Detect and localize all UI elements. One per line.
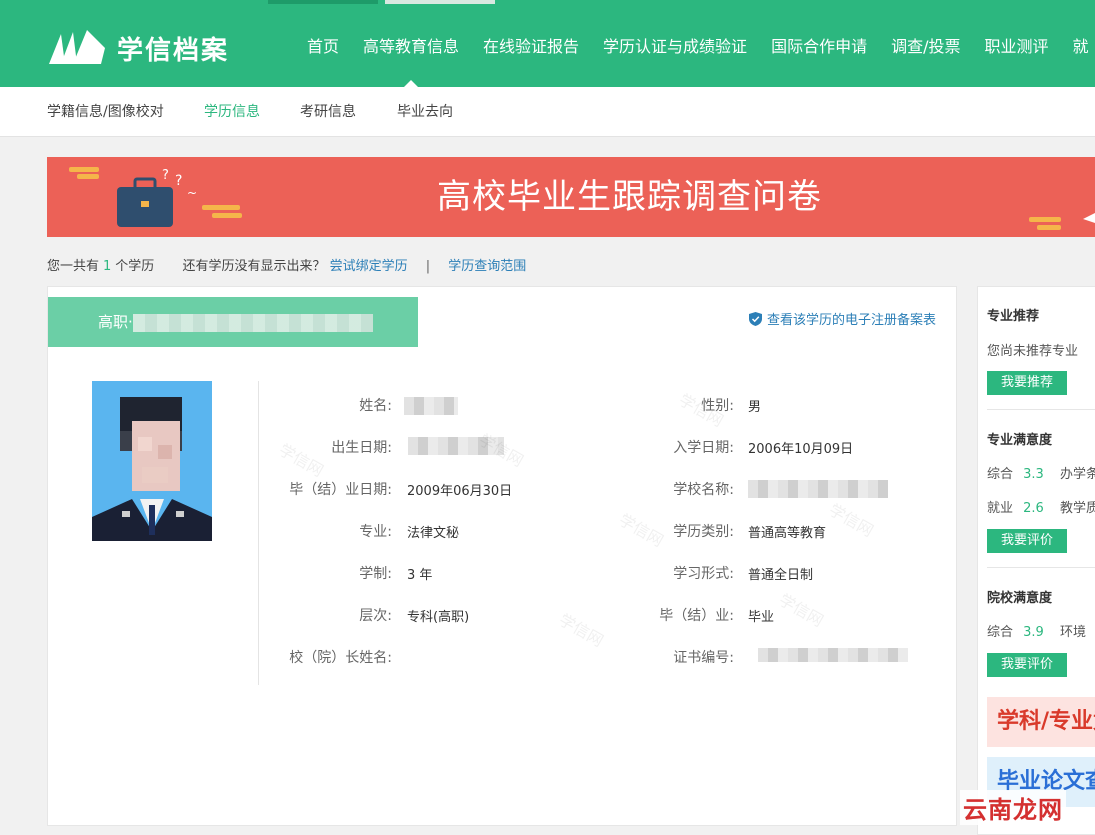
major-value: 法律文秘: [407, 526, 460, 541]
overall-label: 综合: [987, 467, 1014, 482]
graduation-date-label: 毕（结）业日期:: [289, 482, 392, 498]
summary-separator: |: [425, 259, 431, 274]
name-label: 姓名:: [359, 398, 392, 414]
study-form-value: 普通全日制: [748, 568, 814, 583]
watermark: 学信网: [475, 430, 527, 471]
site-logo[interactable]: 学信档案: [47, 28, 229, 68]
major-satisfaction-row: 就业 2.6 教学质: [987, 497, 1095, 516]
query-scope-link[interactable]: 学历查询范围: [448, 259, 526, 274]
study-form-label: 学习形式:: [673, 566, 734, 582]
tab-enrollment-info[interactable]: 学籍信息/图像校对: [47, 87, 164, 137]
certificate-number-redacted: [758, 648, 908, 662]
logo-book-icon: [49, 30, 105, 64]
major-recommend-text: 您尚未推荐专业: [987, 344, 1079, 359]
degree-category-value: 普通高等教育: [748, 526, 827, 541]
logo-text: 学信档案: [117, 35, 230, 66]
degree-record-card: 高职· 查看该学历的电子注册备案表 姓名: 出生日期: 毕（结）业日期: 200…: [47, 286, 957, 826]
teaching-label: 教学质: [1059, 501, 1095, 516]
watermark: 学信网: [825, 500, 877, 541]
school-satisfaction-row: 综合 3.9 环境: [987, 621, 1086, 640]
sub-nav-bar: 学籍信息/图像校对 学历信息 考研信息 毕业去向: [0, 87, 1095, 137]
duration-value: 3 年: [407, 568, 433, 583]
degree-category-label: 学历类别:: [673, 524, 734, 540]
sidebar-divider: [987, 409, 1095, 410]
major-satisfaction-row: 综合 3.3 办学条: [987, 463, 1095, 482]
rate-school-button[interactable]: 我要评价: [987, 653, 1067, 677]
svg-text:?: ?: [175, 173, 182, 189]
overall-score: 3.9: [1023, 625, 1044, 640]
graduation-status-label: 毕（结）业:: [659, 608, 734, 624]
watermark: 学信网: [615, 510, 667, 551]
register-form-link[interactable]: 查看该学历的电子注册备案表: [748, 309, 936, 328]
record-heading: 高职·: [48, 297, 418, 347]
gender-value: 男: [748, 400, 762, 415]
survey-banner[interactable]: ? ? ~ 高校毕业生跟踪调查问卷: [47, 157, 1095, 237]
enroll-date-value: 2006年10月09日: [748, 442, 854, 457]
rate-major-button[interactable]: 我要评价: [987, 529, 1067, 553]
right-sidebar: 专业推荐 您尚未推荐专业 我要推荐 专业满意度 综合 3.3 办学条 就业 2.…: [977, 286, 1095, 835]
svg-text:?: ?: [162, 168, 169, 183]
nav-employment[interactable]: 就: [1061, 0, 1095, 87]
major-recommend-title: 专业推荐: [987, 309, 1040, 324]
summary-question: 还有学历没有显示出来？: [182, 259, 326, 274]
watermark: 学信网: [675, 390, 727, 431]
discipline-competition-ad[interactable]: 学科/专业竞: [987, 697, 1095, 747]
divider-line: [258, 381, 259, 685]
recommend-button[interactable]: 我要推荐: [987, 371, 1067, 395]
tab-destination[interactable]: 毕业去向: [397, 87, 453, 137]
banner-title: 高校毕业生跟踪调查问卷: [437, 177, 822, 217]
shield-check-icon: [748, 311, 762, 326]
top-nav-bar: 学信档案 首页 高等教育信息 在线验证报告 学历认证与成绩验证 国际合作申请 调…: [0, 0, 1095, 87]
nav-certification[interactable]: 学历认证与成绩验证: [591, 0, 759, 87]
student-photo-image: [92, 381, 212, 541]
level-value: 专科(高职): [407, 610, 470, 625]
watermark: 学信网: [275, 440, 327, 481]
summary-prefix: 您一共有: [47, 259, 100, 274]
employment-label: 就业: [987, 501, 1014, 516]
environment-label: 环境: [1059, 625, 1086, 640]
certificate-number-label: 证书编号:: [673, 650, 734, 666]
school-satisfaction-title: 院校满意度: [987, 591, 1053, 606]
major-satisfaction-title: 专业满意度: [987, 433, 1053, 448]
nav-higher-education[interactable]: 高等教育信息: [351, 0, 471, 87]
corner-watermark: 云南龙网: [960, 790, 1066, 825]
name-redacted: [404, 397, 458, 415]
nav-international[interactable]: 国际合作申请: [759, 0, 879, 87]
svg-text:~: ~: [187, 186, 197, 200]
graduation-date-value: 2009年06月30日: [407, 484, 513, 499]
tab-degree-info[interactable]: 学历信息: [204, 87, 260, 137]
level-label: 层次:: [359, 608, 392, 624]
duration-label: 学制:: [359, 566, 392, 582]
watermark: 学信网: [775, 590, 827, 631]
birth-date-label: 出生日期:: [331, 440, 392, 456]
nav-home[interactable]: 首页: [295, 0, 351, 87]
nav-online-report[interactable]: 在线验证报告: [471, 0, 591, 87]
major-label: 专业:: [359, 524, 392, 540]
sidebar-divider: [987, 567, 1095, 568]
president-name-label: 校（院）长姓名:: [289, 650, 392, 666]
graduation-status-value: 毕业: [748, 610, 775, 625]
facilities-label: 办学条: [1059, 467, 1095, 482]
redacted-school-name: [133, 314, 373, 332]
student-photo: [92, 381, 212, 541]
degree-count: 1: [103, 259, 112, 274]
main-nav: 首页 高等教育信息 在线验证报告 学历认证与成绩验证 国际合作申请 调查/投票 …: [295, 0, 1095, 87]
degree-summary: 您一共有 1 个学历 还有学历没有显示出来？ 尝试绑定学历 | 学历查询范围: [47, 255, 526, 274]
bind-degree-link[interactable]: 尝试绑定学历: [330, 259, 408, 274]
overall-score: 3.3: [1023, 467, 1044, 482]
enroll-date-label: 入学日期:: [673, 440, 734, 456]
summary-suffix: 个学历: [115, 259, 155, 274]
watermark: 学信网: [555, 610, 607, 651]
record-heading-text: 高职·: [98, 313, 133, 331]
school-name-label: 学校名称:: [673, 482, 734, 498]
employment-score: 2.6: [1023, 501, 1044, 516]
register-form-link-text: 查看该学历的电子注册备案表: [766, 313, 936, 328]
nav-survey[interactable]: 调查/投票: [879, 0, 972, 87]
overall-label: 综合: [987, 625, 1014, 640]
school-name-redacted: [748, 480, 888, 498]
tab-postgrad-info[interactable]: 考研信息: [300, 87, 356, 137]
nav-career-test[interactable]: 职业测评: [972, 0, 1060, 87]
